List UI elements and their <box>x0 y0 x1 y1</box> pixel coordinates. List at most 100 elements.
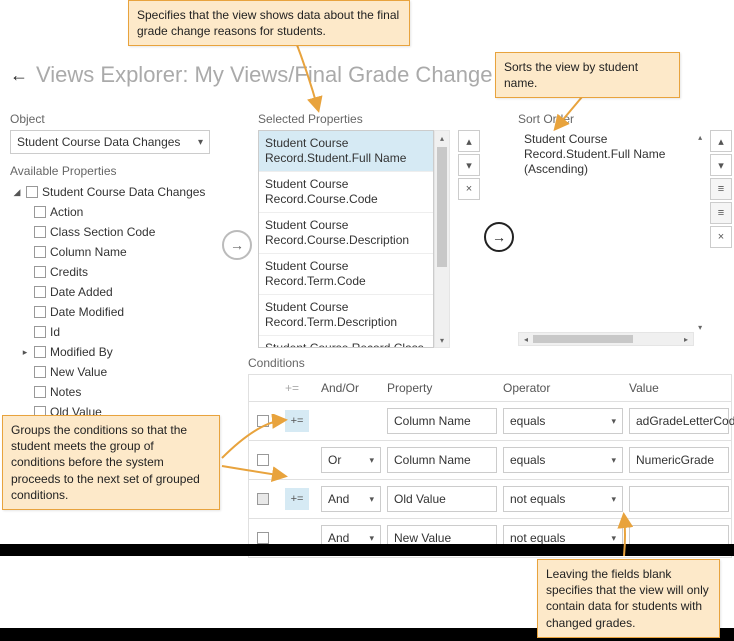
sort-listbox[interactable]: Student Course Record.Student.Full Name … <box>518 130 692 334</box>
header-property: Property <box>387 381 497 395</box>
list-item[interactable]: Student Course Record.Student.Full Name <box>259 131 433 172</box>
arrow-right-icon: → <box>492 229 506 245</box>
object-select[interactable]: Student Course Data Changes ▾ <box>10 130 210 154</box>
checkbox[interactable] <box>34 306 46 318</box>
callout-top-text: Specifies that the view shows data about… <box>137 8 399 38</box>
checkbox[interactable] <box>257 532 269 544</box>
sort-scrollbar[interactable]: ▴ ▾ <box>692 130 708 334</box>
move-right-button[interactable]: → <box>222 230 252 260</box>
list-item[interactable]: Student Course Record.Course.Code <box>259 172 433 213</box>
value-input[interactable]: NumericGrade <box>629 447 729 473</box>
operator-select[interactable]: equals▾ <box>503 447 623 473</box>
checkbox[interactable] <box>34 386 46 398</box>
scroll-up-icon[interactable]: ▴ <box>692 130 708 144</box>
move-down-button[interactable]: ▾ <box>458 154 480 176</box>
available-label: Available Properties <box>10 164 210 178</box>
tree-item[interactable]: Action <box>32 202 210 222</box>
tree-item[interactable]: Column Name <box>32 242 210 262</box>
selected-label: Selected Properties <box>258 112 450 126</box>
tree-item[interactable]: Credits <box>32 262 210 282</box>
selected-scrollbar[interactable]: ▴ ▾ <box>434 130 450 348</box>
tree-item[interactable]: Notes <box>32 382 210 402</box>
checkbox[interactable] <box>257 493 269 505</box>
chevron-down-icon: ▾ <box>466 159 472 172</box>
andor-select[interactable]: And▾ <box>321 486 381 512</box>
collapse-icon[interactable]: ◢ <box>12 187 22 198</box>
list-item[interactable]: Student Course Record.Term.Description <box>259 295 433 336</box>
tree-root[interactable]: ◢ Student Course Data Changes <box>10 182 210 202</box>
remove-button[interactable]: × <box>458 178 480 200</box>
chevron-down-icon: ▾ <box>611 533 616 544</box>
list-item[interactable]: Student Course Record.Class Section.Sect… <box>259 336 433 348</box>
available-tree: ◢ Student Course Data Changes Action Cla… <box>10 182 210 422</box>
move-up-button[interactable]: ▴ <box>458 130 480 152</box>
scroll-thumb[interactable] <box>533 335 633 343</box>
checkbox[interactable] <box>34 326 46 338</box>
chevron-down-icon: ▾ <box>369 455 374 466</box>
checkbox[interactable] <box>34 266 46 278</box>
checkbox[interactable] <box>34 226 46 238</box>
scroll-thumb[interactable] <box>437 147 447 267</box>
list-item[interactable]: Student Course Record.Course.Description <box>259 213 433 254</box>
andor-select[interactable]: Or▾ <box>321 447 381 473</box>
checkbox[interactable] <box>257 454 269 466</box>
list-item[interactable]: Student Course Record.Student.Full Name … <box>518 130 692 182</box>
chevron-down-icon: ▾ <box>611 455 616 466</box>
sort-label: Sort Order <box>518 112 708 126</box>
checkbox[interactable] <box>26 186 38 198</box>
move-up-button[interactable]: ▴ <box>710 130 732 152</box>
property-input[interactable]: Column Name <box>387 408 497 434</box>
sort-hscroll[interactable]: ◂ ▸ <box>518 332 694 346</box>
group-handle[interactable]: += <box>285 488 309 510</box>
move-down-button[interactable]: ▾ <box>710 154 732 176</box>
checkbox[interactable] <box>34 366 46 378</box>
value-input[interactable] <box>629 486 729 512</box>
move-to-sort-button[interactable]: → <box>484 222 514 252</box>
operator-select[interactable]: not equals▾ <box>503 486 623 512</box>
tree-item[interactable]: Date Added <box>32 282 210 302</box>
checkbox[interactable] <box>34 246 46 258</box>
scroll-down-icon[interactable]: ▾ <box>692 320 708 334</box>
tree-item[interactable]: New Value <box>32 362 210 382</box>
checkbox[interactable] <box>257 415 269 427</box>
checkbox[interactable] <box>34 206 46 218</box>
scroll-right-icon[interactable]: ▸ <box>679 335 693 344</box>
condition-row: += And▾ Old Value not equals▾ ✕ <box>248 480 732 519</box>
sort-column: Sort Order Student Course Record.Student… <box>518 112 708 334</box>
chevron-down-icon: ▾ <box>369 494 374 505</box>
sort-desc-button[interactable]: ≡ <box>710 202 732 224</box>
group-header-symbol: += <box>285 381 315 395</box>
callout-blank-text: Leaving the fields blank specifies that … <box>546 567 709 630</box>
callout-top: Specifies that the view shows data about… <box>128 0 410 46</box>
callout-group-text: Groups the conditions so that the studen… <box>11 423 200 502</box>
sort-asc-button[interactable]: ≡ <box>710 178 732 200</box>
list-item[interactable]: Student Course Record.Term.Code <box>259 254 433 295</box>
value-input[interactable]: adGradeLetterCode <box>629 408 729 434</box>
tree-item[interactable]: Date Modified <box>32 302 210 322</box>
property-input[interactable]: Old Value <box>387 486 497 512</box>
tree-root-label: Student Course Data Changes <box>42 185 205 199</box>
checkbox[interactable] <box>34 346 46 358</box>
operator-select[interactable]: equals▾ <box>503 408 623 434</box>
scroll-left-icon[interactable]: ◂ <box>519 335 533 344</box>
checkbox[interactable] <box>34 286 46 298</box>
selected-listbox[interactable]: Student Course Record.Student.Full Name … <box>258 130 434 348</box>
tree-item[interactable]: Id <box>32 322 210 342</box>
header-value: Value <box>629 381 729 395</box>
property-input[interactable]: Column Name <box>387 447 497 473</box>
callout-group: Groups the conditions so that the studen… <box>2 415 220 510</box>
scroll-down-icon[interactable]: ▾ <box>435 333 449 347</box>
tree-item-expandable[interactable]: ▸Modified By <box>32 342 210 362</box>
back-arrow-icon[interactable]: ← <box>10 65 28 86</box>
callout-blank: Leaving the fields blank specifies that … <box>537 559 720 638</box>
group-handle[interactable]: += <box>285 410 309 432</box>
tree-children: Action Class Section Code Column Name Cr… <box>10 202 210 422</box>
remove-button[interactable]: × <box>710 226 732 248</box>
header-operator: Operator <box>503 381 623 395</box>
selected-reorder-buttons: ▴ ▾ × <box>458 130 480 200</box>
chevron-down-icon: ▾ <box>611 494 616 505</box>
scroll-up-icon[interactable]: ▴ <box>435 131 449 145</box>
tree-item[interactable]: Class Section Code <box>32 222 210 242</box>
expand-icon[interactable]: ▸ <box>20 347 30 358</box>
chevron-up-icon: ▴ <box>718 135 724 148</box>
